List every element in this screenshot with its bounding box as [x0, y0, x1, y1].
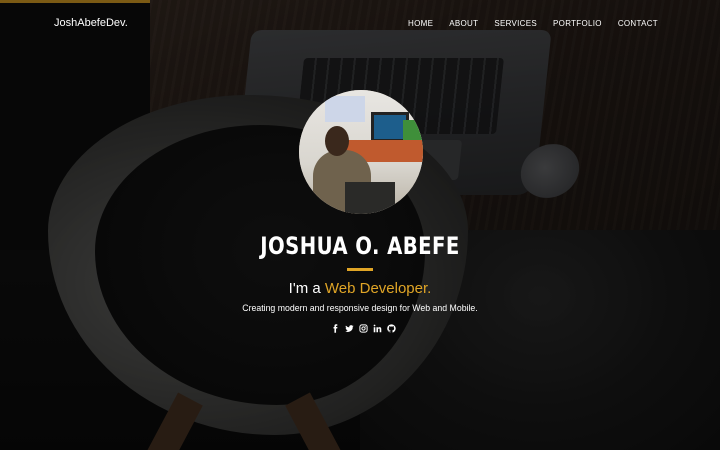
brand-logo[interactable]: JoshAbefeDev. — [54, 17, 128, 29]
linkedin-icon[interactable] — [372, 323, 382, 333]
role-highlight: Web Developer. — [324, 280, 432, 297]
nav-portfolio[interactable]: PORTFOLIO — [553, 19, 602, 28]
nav-home[interactable]: HOME — [408, 19, 433, 28]
hero-background — [0, 0, 720, 450]
github-icon[interactable] — [386, 323, 396, 333]
nav-contact[interactable]: CONTACT — [618, 19, 658, 28]
social-links — [330, 323, 396, 333]
instagram-icon[interactable] — [358, 323, 368, 333]
hero-tagline: Creating modern and responsive design fo… — [242, 303, 478, 314]
role-prefix: I'm a — [288, 280, 325, 297]
nav-about[interactable]: ABOUT — [449, 19, 478, 28]
twitter-icon[interactable] — [344, 323, 354, 333]
facebook-icon[interactable] — [330, 323, 340, 333]
title-underline — [347, 268, 373, 271]
hero-name: JOSHUA O. ABEFE — [260, 232, 460, 260]
profile-photo — [299, 90, 423, 214]
hero-role: I'm a Web Developer. — [0, 280, 720, 297]
nav-services[interactable]: SERVICES — [494, 19, 537, 28]
main-nav: HOME ABOUT SERVICES PORTFOLIO CONTACT — [392, 19, 658, 28]
